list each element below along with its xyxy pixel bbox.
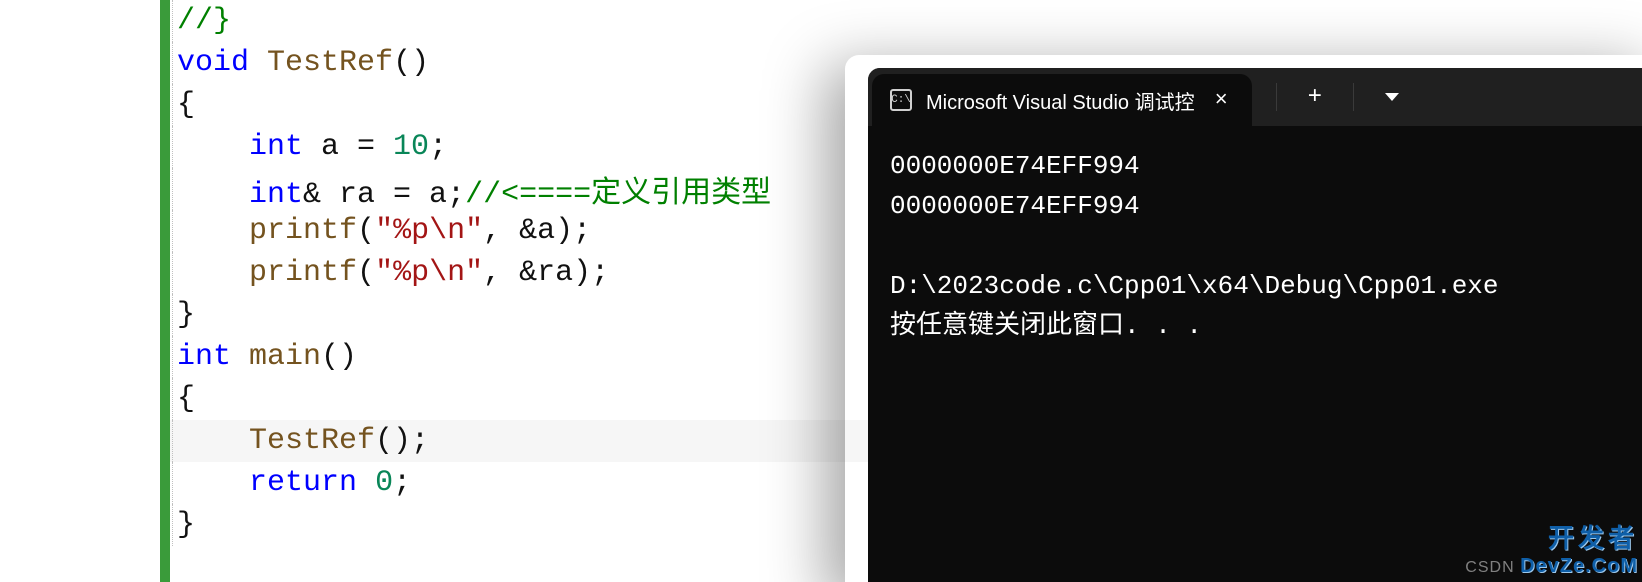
code-text[interactable]: int& ra = a;//<====定义引用类型 xyxy=(173,167,771,212)
terminal-output[interactable]: 0000000E74EFF994 0000000E74EFF994 D:\202… xyxy=(868,126,1642,366)
titlebar-actions: + xyxy=(1276,68,1412,126)
gutter xyxy=(0,0,170,582)
code-text[interactable]: void TestRef() xyxy=(173,46,429,80)
code-text[interactable]: printf("%p\n", &ra); xyxy=(173,256,609,290)
chevron-down-icon xyxy=(1385,93,1399,101)
code-text[interactable]: TestRef(); xyxy=(173,424,429,458)
code-text[interactable]: int a = 10; xyxy=(173,130,447,164)
code-text[interactable]: //} xyxy=(173,4,231,38)
close-tab-button[interactable]: × xyxy=(1209,84,1234,117)
code-text[interactable]: } xyxy=(173,298,195,332)
new-tab-button[interactable]: + xyxy=(1295,77,1335,117)
code-text[interactable]: int main() xyxy=(173,340,357,374)
terminal-titlebar: C:\ Microsoft Visual Studio 调试控 × + xyxy=(868,68,1642,126)
tab-dropdown-button[interactable] xyxy=(1372,77,1412,117)
code-text[interactable]: { xyxy=(173,88,195,122)
terminal-icon: C:\ xyxy=(890,89,912,111)
watermark: 开发者 CSDN DevZe.CoM xyxy=(1465,518,1638,578)
code-line[interactable]: 78//} xyxy=(0,0,1642,42)
watermark-top: 开发者 xyxy=(1465,518,1638,555)
code-text[interactable]: { xyxy=(173,382,195,416)
code-text[interactable]: return 0; xyxy=(173,466,411,500)
terminal-window[interactable]: C:\ Microsoft Visual Studio 调试控 × + 0000… xyxy=(868,68,1642,582)
watermark-bottom: CSDN DevZe.CoM xyxy=(1465,555,1638,578)
separator xyxy=(1353,83,1354,111)
change-marker-bar xyxy=(160,0,170,582)
code-text[interactable]: printf("%p\n", &a); xyxy=(173,214,591,248)
terminal-tab[interactable]: C:\ Microsoft Visual Studio 调试控 × xyxy=(872,74,1252,126)
separator xyxy=(1276,83,1277,111)
code-text[interactable]: } xyxy=(173,508,195,542)
terminal-tab-title: Microsoft Visual Studio 调试控 xyxy=(926,86,1195,115)
